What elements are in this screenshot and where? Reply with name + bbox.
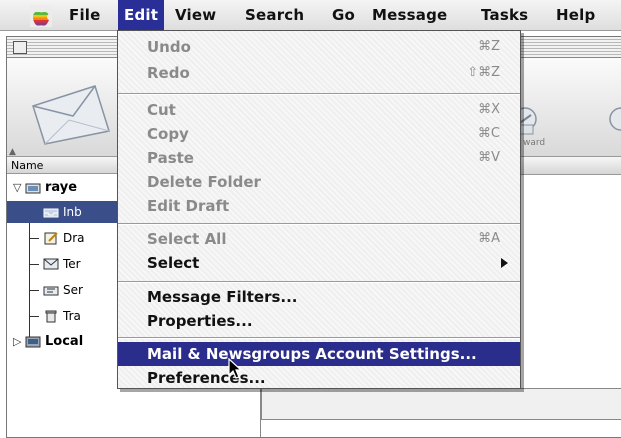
- menu-item-label: Copy: [147, 125, 189, 143]
- menu-item-properties[interactable]: Properties...: [118, 309, 520, 333]
- menu-separator: [118, 93, 520, 95]
- submenu-arrow-icon: [501, 258, 508, 268]
- menu-item-preferences[interactable]: Preferences...: [118, 366, 520, 390]
- menu-item-label: Paste: [147, 149, 194, 167]
- menu-item-shortcut: ⌘V: [478, 150, 500, 165]
- menu-item-label: Properties...: [147, 312, 253, 330]
- disclosure-closed-icon[interactable]: ▷: [13, 331, 21, 353]
- menu-item-shortcut: ⌘Z: [478, 39, 500, 54]
- get-mail-icon[interactable]: [25, 76, 115, 146]
- sent-icon: [43, 286, 59, 296]
- menu-tasks[interactable]: Tasks: [481, 0, 528, 30]
- menu-item-cut[interactable]: Cut ⌘X: [118, 98, 520, 122]
- menu-file[interactable]: File: [69, 0, 101, 30]
- menu-item-edit-draft[interactable]: Edit Draft: [118, 194, 520, 218]
- menu-item-label: Edit Draft: [147, 197, 230, 215]
- menu-go[interactable]: Go: [332, 0, 355, 30]
- menu-edit[interactable]: Edit: [118, 0, 165, 30]
- menu-item-label: Mail & Newsgroups Account Settings...: [147, 345, 477, 363]
- menu-separator: [118, 223, 520, 225]
- menu-item-label: Select All: [147, 230, 227, 248]
- folder-label: Tra: [63, 309, 81, 323]
- forward-label: ward: [523, 138, 546, 148]
- folder-label: Inb: [63, 205, 82, 219]
- menu-item-shortcut: ⌘X: [478, 102, 500, 117]
- close-box[interactable]: [13, 41, 27, 54]
- menu-item-message-filters[interactable]: Message Filters...: [118, 285, 520, 309]
- toolbar-collapse-icon[interactable]: ▲: [9, 147, 16, 157]
- menu-item-undo[interactable]: Undo ⌘Z: [118, 35, 520, 59]
- menu-help[interactable]: Help: [556, 0, 595, 30]
- menu-item-delete-folder[interactable]: Delete Folder: [118, 170, 520, 194]
- menu-item-label: Delete Folder: [147, 173, 261, 191]
- menu-item-label: Cut: [147, 101, 176, 119]
- menu-view[interactable]: View: [175, 0, 216, 30]
- disclosure-open-icon[interactable]: ▽: [13, 177, 21, 199]
- menu-item-shortcut: ⌘C: [477, 126, 500, 141]
- drafts-icon: [44, 232, 58, 245]
- menu-item-shortcut: ⇧⌘Z: [467, 65, 500, 80]
- menu-search[interactable]: Search: [245, 0, 304, 30]
- edit-menu: Undo ⌘Z Redo ⇧⌘Z Cut ⌘X Copy ⌘C Paste ⌘V…: [117, 30, 521, 389]
- menu-bar: File Edit View Search Go Message Tasks H…: [0, 0, 621, 31]
- menu-item-label: Preferences...: [147, 369, 266, 387]
- folder-label: Ser: [63, 283, 83, 297]
- mouse-pointer-icon: [228, 358, 243, 379]
- menu-item-copy[interactable]: Copy ⌘C: [118, 122, 520, 146]
- menu-message[interactable]: Message: [372, 0, 447, 30]
- mail-account-icon: [25, 183, 41, 194]
- folder-label: Dra: [63, 231, 85, 245]
- menu-item-label: Undo: [147, 38, 191, 56]
- toolbar-icon-partial[interactable]: [603, 103, 621, 139]
- menu-item-select[interactable]: Select: [118, 251, 520, 275]
- preview-pane: [261, 388, 621, 420]
- menu-item-label: Message Filters...: [147, 288, 298, 306]
- menu-item-label: Redo: [147, 64, 190, 82]
- folder-label: Ter: [63, 257, 81, 271]
- menu-item-label: Select: [147, 254, 200, 272]
- trash-icon: [45, 310, 57, 323]
- apple-icon[interactable]: [30, 5, 52, 27]
- menu-item-paste[interactable]: Paste ⌘V: [118, 146, 520, 170]
- folder-label: Local: [45, 334, 84, 349]
- menu-item-account-settings[interactable]: Mail & Newsgroups Account Settings...: [118, 342, 520, 366]
- menu-item-shortcut: ⌘A: [478, 231, 500, 246]
- local-folders-icon: [25, 336, 41, 348]
- menu-separator: [118, 281, 520, 283]
- templates-icon: [43, 258, 59, 270]
- folder-label: raye: [45, 180, 78, 195]
- menu-item-redo[interactable]: Redo ⇧⌘Z: [118, 61, 520, 85]
- inbox-icon: [43, 208, 59, 218]
- menu-separator: [118, 337, 520, 339]
- menu-item-select-all[interactable]: Select All ⌘A: [118, 227, 520, 251]
